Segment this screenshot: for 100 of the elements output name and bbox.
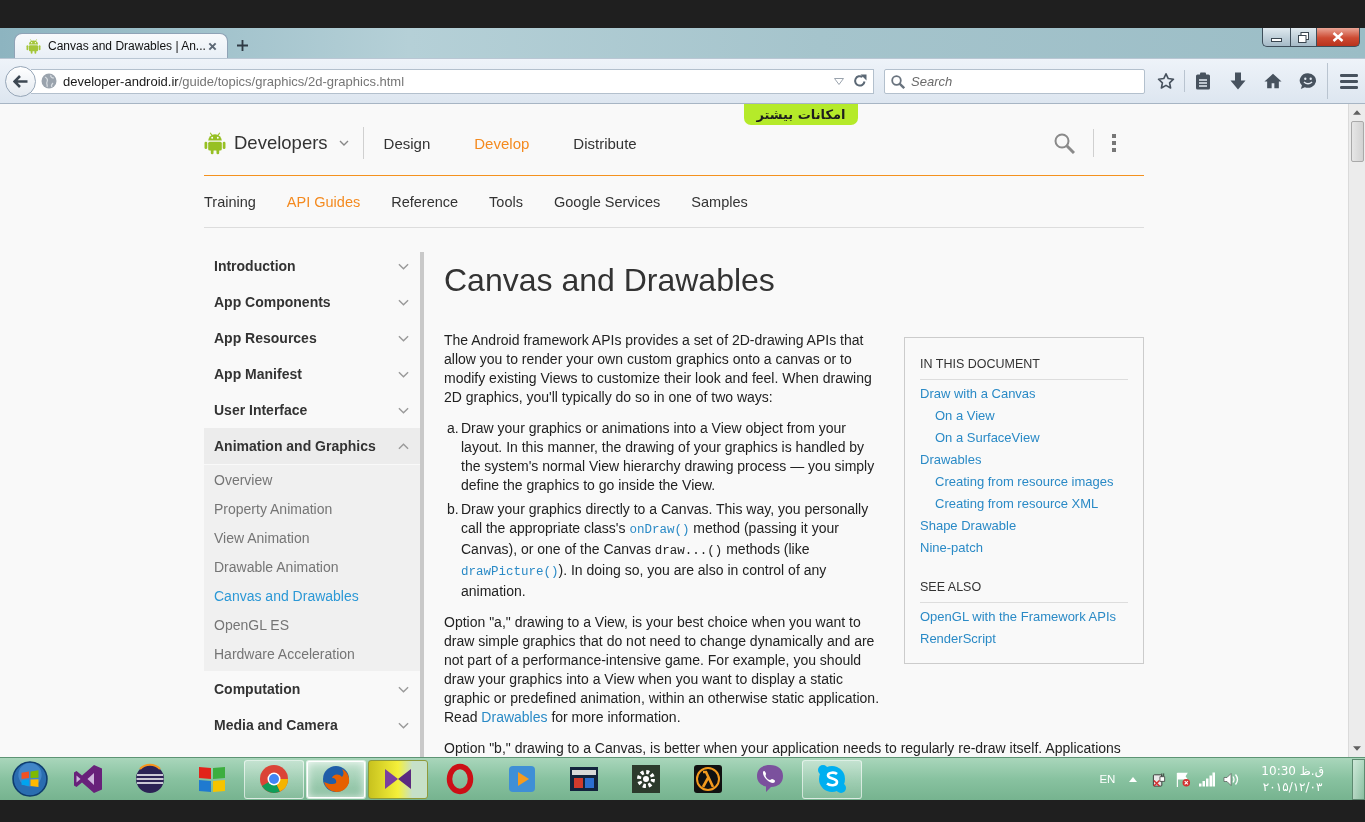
star-icon[interactable] [1157,72,1175,90]
show-desktop-button[interactable] [1352,758,1365,800]
nav-item[interactable]: Animation and Graphics [204,428,420,464]
dropdown-triangle-icon[interactable] [834,77,844,85]
scroll-down-arrow-icon[interactable] [1353,746,1361,751]
phone-bubble-icon [754,763,786,795]
nav-subitem[interactable]: Canvas and Drawables [204,581,420,610]
nav-item[interactable]: App Manifest [204,356,420,392]
scrollbar-thumb[interactable] [1350,121,1364,162]
nav-item[interactable]: App Components [204,284,420,320]
section-tab[interactable]: Design [383,134,431,152]
scrollbar[interactable] [1348,104,1365,757]
close-button[interactable] [1317,28,1360,47]
flag-orb-icon [12,761,48,797]
nav-subitem[interactable]: Drawable Animation [204,552,420,581]
subnav-tab[interactable]: Reference [391,193,459,210]
android-robot-icon [204,131,226,155]
home-icon[interactable] [1264,72,1282,90]
nav-item[interactable]: Computation [204,671,420,707]
chevron-down-icon [398,721,409,729]
restore-icon [1298,31,1309,43]
menu-icon[interactable] [1340,73,1358,89]
chevron-down-icon [398,298,409,306]
toc-link[interactable]: Creating from resource images [935,474,1114,490]
search-icon [891,74,905,89]
subnav-tab[interactable]: API Guides [286,193,361,210]
list-marker: a. [447,419,460,438]
subnav-tab[interactable]: Training [204,193,256,210]
inline-link[interactable]: Drawables [481,709,548,725]
battery-plug-icon[interactable] [1151,771,1168,787]
address-field[interactable]: developer-android.ir/guide/topics/graphics/2d-graphics.html [31,68,874,94]
subnav-tab[interactable]: Samples [691,193,748,210]
code-link[interactable]: onDraw() [629,523,690,537]
android-robot-icon [26,38,41,54]
list-item-text: Draw your graphics or animations into a View object from your layout. In this manner, the drawing of your graphics is handled by the system's normal View hierarchy drawing process — you simply define the graphics to go inside the View. [461,419,876,495]
nav-subitem[interactable]: OpenGL ES [204,610,420,639]
close-icon [1332,32,1344,42]
chevron-down-icon [398,685,409,693]
flag-alert-icon[interactable] [1175,771,1192,787]
back-arrow-icon [13,74,28,88]
toc-link[interactable]: Draw with a Canvas [920,386,1036,402]
reload-icon[interactable] [853,74,867,88]
subnav-tab[interactable]: Google Services [553,193,661,210]
cloud-icon [816,763,848,795]
toc-link[interactable]: Nine-patch [920,540,983,556]
brand-menu[interactable]: Developers [204,131,349,155]
kebab-menu-icon[interactable] [1112,134,1116,152]
toc-link[interactable]: Creating from resource XML [935,496,1099,512]
nav-subitem[interactable]: View Animation [204,523,420,552]
promo-tab[interactable]: امکانات بیشتر [744,104,858,125]
paragraph: The Android framework APIs provides a set of 2D-drawing APIs that allow you to render your own custom graphics onto a canvas or to modify existing Views to customize their look and feel. When drawing 2D graphics, you'll typically do so in one of two ways: [444,331,873,407]
toc-link[interactable]: Shape Drawable [920,518,1017,534]
lambda-icon [692,763,724,795]
nav-subitem[interactable]: Overview [204,465,420,494]
search-field[interactable]: Search [884,68,1145,94]
toc-link[interactable]: On a View [935,408,995,424]
code-link[interactable]: drawPicture() [461,565,559,579]
close-icon[interactable] [208,41,217,51]
list-marker: b. [447,500,460,519]
minimize-icon [1271,37,1282,42]
striped-sphere-icon [134,763,166,795]
toc-link[interactable]: RenderScript [920,631,996,647]
section-tab[interactable]: Distribute [573,134,637,152]
minimize-button[interactable] [1262,28,1290,47]
nav-item[interactable]: User Interface [204,392,420,428]
chevron-down-icon [398,370,409,378]
speaker-icon[interactable] [1223,771,1240,787]
nav-item[interactable]: App Resources [204,320,420,356]
clipboard-list-icon[interactable] [1194,72,1212,90]
play-tile-icon [506,763,538,795]
nav-item[interactable]: Media and Camera [204,707,420,743]
download-arrow-icon[interactable] [1229,72,1247,90]
nav-subitem[interactable]: Property Animation [204,494,420,523]
clock-date[interactable]: ۲۰۱۵/۱۲/۰۳ [1262,779,1323,795]
nav-subitem[interactable]: Hardware Acceleration [204,639,420,668]
ring-icon [444,763,476,795]
page-title: Canvas and Drawables [444,261,776,300]
toc-link[interactable]: Drawables [920,452,982,468]
smiley-bubble-icon[interactable] [1299,72,1317,90]
globe-icon [320,763,352,795]
toc-link[interactable]: On a SurfaceView [935,430,1040,446]
search-icon[interactable] [1054,132,1075,154]
subnav-tab[interactable]: Tools [489,193,523,210]
paragraph: Option "a," drawing to a View, is your best choice when you want to draw simple graphics that do not need to change dynamically and are not part of a performance-intensive game. For example, you should draw your graphics into a View when you want to display a static graphic or predefined animation, within an otherwise static application. Read Drawables for more information. [444,613,881,727]
chevron-down-icon [398,406,409,414]
toc-heading: IN THIS DOCUMENT [920,356,1128,380]
nav-item[interactable]: Introduction [204,248,420,284]
toc-link[interactable]: OpenGL with the Framework APIs [920,609,1117,625]
plus-icon[interactable] [237,40,248,51]
section-tab[interactable]: Develop [474,134,530,152]
scroll-up-arrow-icon[interactable] [1353,110,1361,115]
sidebar-scrollbar[interactable] [420,252,424,757]
tricolor-circle-icon [258,763,290,795]
chevron-down-icon [398,262,409,270]
globe-icon [41,73,57,89]
browser-tab[interactable]: Canvas and Drawables | An... [14,33,228,58]
restore-button[interactable] [1290,28,1317,47]
back-button[interactable] [5,65,36,97]
taskbar-button[interactable] [368,759,428,799]
toc-heading: SEE ALSO [920,579,1128,603]
